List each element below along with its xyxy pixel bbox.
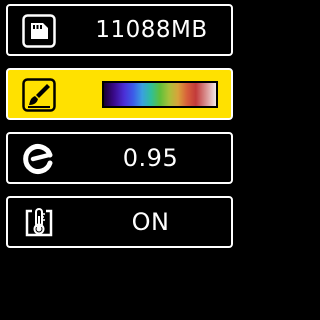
emissivity-icon [22,142,56,176]
color-palette-bar [102,81,218,108]
storage-row[interactable]: 11088MB [6,4,233,56]
temperature-value: ON [131,208,170,236]
temperature-row[interactable]: ON [6,196,233,248]
emissivity-row[interactable]: 0.95 [6,132,233,184]
storage-value: 11088MB [95,17,208,43]
emissivity-value: 0.95 [122,144,179,172]
paint-brush-icon [22,78,56,112]
thermometer-icon [22,206,56,240]
sd-card-icon [22,14,56,48]
palette-row[interactable] [6,68,233,120]
